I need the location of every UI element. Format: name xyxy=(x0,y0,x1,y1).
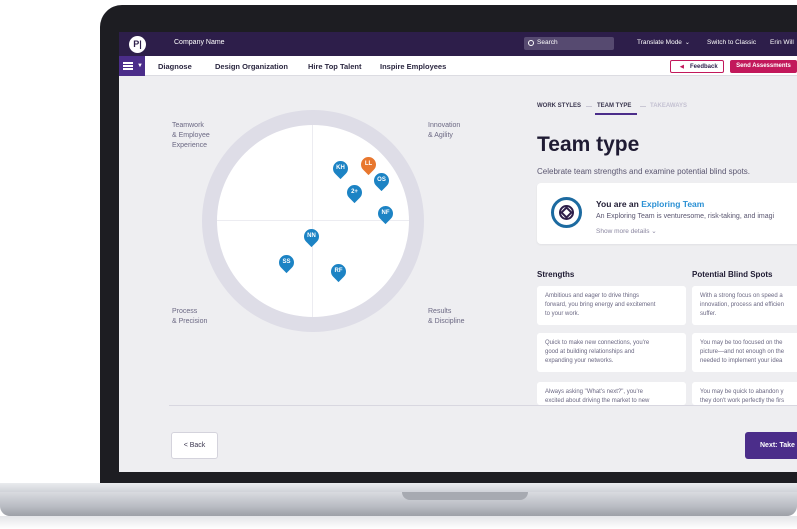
strength-card: Ambitious and eager to drive things forw… xyxy=(537,286,686,325)
card-line: picture—and not enough on the xyxy=(700,349,785,355)
member-pin-label: NN xyxy=(307,233,316,239)
quadrant-label-teamwork: Teamwork & Employee Experience xyxy=(172,121,210,151)
laptop-base xyxy=(0,492,797,516)
card-line: good at building relationships and xyxy=(545,349,635,355)
company-name: Company Name xyxy=(174,39,225,46)
nav-item-hire-top-talent[interactable]: Hire Top Talent xyxy=(308,62,361,71)
strength-card: Always asking "What's next?", you're exc… xyxy=(537,382,686,405)
search-input[interactable]: Search xyxy=(524,37,614,50)
tab-work-styles[interactable]: WORK STYLES xyxy=(537,103,581,109)
back-button[interactable]: < Back xyxy=(171,432,218,459)
show-more-details-link[interactable]: Show more details ⌄ xyxy=(596,227,657,235)
compass-inner xyxy=(559,205,574,220)
member-pin-label: SS xyxy=(282,259,291,265)
caret-down-icon: ▼ xyxy=(137,63,143,69)
nav-item-diagnose[interactable]: Diagnose xyxy=(158,62,192,71)
card-line: Ambitious and eager to drive things xyxy=(545,293,640,299)
member-pin-label: LL xyxy=(364,161,373,167)
switch-classic-link[interactable]: Switch to Classic xyxy=(707,39,756,46)
quadrant-label-line: & Employee xyxy=(172,132,210,139)
megaphone-icon: ◀ xyxy=(680,64,684,70)
footer-divider xyxy=(169,405,797,406)
app-screen: P| Company Name Search Translate Mode ⌄ S… xyxy=(119,32,797,472)
compass-star-icon xyxy=(560,206,573,219)
card-line: You may be too focused on the xyxy=(700,340,783,346)
card-line: Always asking "What's next?", you're xyxy=(545,389,643,395)
quadrant-label-line: Teamwork xyxy=(172,122,204,129)
team-type-card: You are an Exploring Team An Exploring T… xyxy=(537,183,797,244)
feedback-button[interactable]: ◀ Feedback xyxy=(670,60,724,73)
active-tab-indicator xyxy=(595,113,637,115)
blind-spot-card: You may be too focused on the picture—an… xyxy=(692,333,797,372)
search-placeholder: Search xyxy=(537,39,558,46)
tab-team-type[interactable]: TEAM TYPE xyxy=(597,103,631,109)
strength-card: Quick to make new connections, you're go… xyxy=(537,333,686,372)
member-pin-label: KH xyxy=(336,165,345,171)
team-type-name: Exploring Team xyxy=(641,199,705,209)
card-line: they don't work perfectly the firs xyxy=(700,398,785,404)
nav-item-design-organization[interactable]: Design Organization xyxy=(215,62,288,71)
card-line: excited about driving the market to new xyxy=(545,398,650,404)
quadrant-label-line: & Discipline xyxy=(428,318,465,325)
quadrant-label-line: Innovation xyxy=(428,122,461,129)
top-bar: P| Company Name Search Translate Mode ⌄ S… xyxy=(119,32,797,56)
laptop-scene: P| Company Name Search Translate Mode ⌄ S… xyxy=(0,0,797,529)
quadrant-label-line: & Agility xyxy=(428,132,453,139)
member-pin-label: 2+ xyxy=(351,189,358,195)
main-content: Teamwork & Employee Experience Innovatio… xyxy=(119,77,797,472)
translate-mode-dropdown[interactable]: Translate Mode ⌄ xyxy=(637,39,690,46)
member-pin-label: RF xyxy=(334,268,343,274)
quadrant-label-innovation: Innovation & Agility xyxy=(428,121,460,141)
hamburger-menu-button[interactable]: ▼ xyxy=(119,56,145,76)
card-line: With a strong focus on speed a xyxy=(700,293,783,299)
quadrant-label-process: Process & Precision xyxy=(172,307,207,327)
chart-axis-vertical xyxy=(312,125,313,317)
chevron-down-icon: ⌄ xyxy=(684,40,690,46)
strengths-heading: Strengths xyxy=(537,270,575,279)
show-more-label: Show more details xyxy=(596,228,650,235)
compass-icon xyxy=(551,197,582,228)
card-line: You may be quick to abandon y xyxy=(700,389,784,395)
team-type-heading: You are an Exploring Team xyxy=(596,199,704,209)
card-line: needed to implement your idea xyxy=(700,358,783,364)
tab-separator xyxy=(640,106,646,107)
tab-takeaways[interactable]: TAKEAWAYS xyxy=(650,103,687,109)
main-nav: ▼ Diagnose Design Organization Hire Top … xyxy=(119,56,797,76)
team-type-heading-prefix: You are an xyxy=(596,199,642,209)
send-assessments-button[interactable]: Send Assessments xyxy=(730,60,797,73)
blind-spot-card: With a strong focus on speed a innovatio… xyxy=(692,286,797,325)
search-icon xyxy=(528,40,534,46)
feedback-label: Feedback xyxy=(690,64,718,70)
team-type-description: An Exploring Team is venturesome, risk-t… xyxy=(596,213,775,220)
quadrant-label-results: Results & Discipline xyxy=(428,307,465,327)
user-menu[interactable]: Erin Will xyxy=(770,39,794,46)
card-line: forward, you bring energy and excitement xyxy=(545,302,656,308)
blind-spot-card: You may be quick to abandon y they don't… xyxy=(692,382,797,405)
card-line: to your work. xyxy=(545,311,580,317)
tab-separator xyxy=(586,106,592,107)
team-chart-circle xyxy=(217,125,409,317)
quadrant-label-line: & Precision xyxy=(172,318,208,325)
card-line: expanding your networks. xyxy=(545,358,614,364)
nav-item-inspire-employees[interactable]: Inspire Employees xyxy=(380,62,446,71)
card-line: Quick to make new connections, you're xyxy=(545,340,650,346)
laptop-notch xyxy=(402,492,528,500)
blind-spots-heading: Potential Blind Spots xyxy=(692,270,773,279)
page-title: Team type xyxy=(537,133,640,156)
quadrant-label-line: Results xyxy=(428,308,452,315)
member-pin-label: OS xyxy=(377,177,386,183)
next-button[interactable]: Next: Take xyxy=(745,432,797,459)
laptop-shadow xyxy=(0,516,797,529)
page-subtitle: Celebrate team strengths and examine pot… xyxy=(537,167,751,176)
card-line: innovation, process and efficien xyxy=(700,302,784,308)
brand-logo[interactable]: P| xyxy=(129,36,146,53)
card-line: suffer. xyxy=(700,311,717,317)
translate-mode-label: Translate Mode xyxy=(637,39,682,46)
member-pin-label: NF xyxy=(381,210,390,216)
quadrant-label-line: Process xyxy=(172,308,198,315)
chevron-down-icon: ⌄ xyxy=(651,228,657,235)
hamburger-icon xyxy=(123,62,133,70)
quadrant-label-line: Experience xyxy=(172,142,208,149)
